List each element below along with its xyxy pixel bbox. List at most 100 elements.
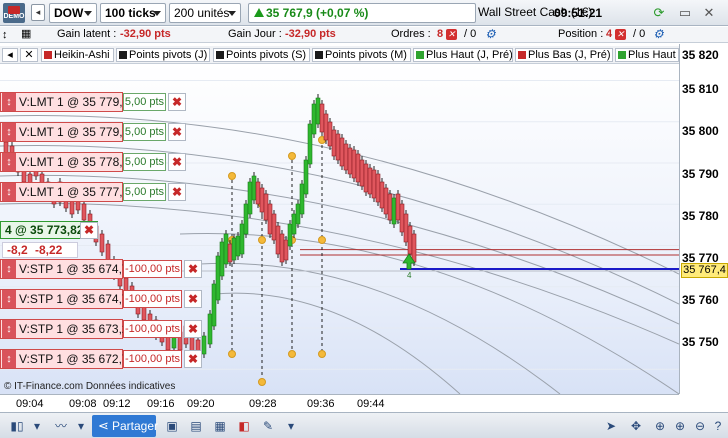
- help-icon[interactable]: ?: [710, 417, 726, 435]
- gear-icon[interactable]: ⚙: [485, 28, 497, 40]
- legend-close-icon[interactable]: ✕: [20, 48, 38, 62]
- top-toolbar: DEMO ◂ DOW 100 ticks 200 unités 35 767,9…: [0, 0, 728, 26]
- instrument-select[interactable]: DOW: [49, 3, 97, 23]
- x-tick: 09:04: [16, 398, 44, 410]
- order-tag[interactable]: V:LMT 1 @ 35 778,2: [0, 152, 129, 172]
- units-select[interactable]: 200 unités: [169, 3, 241, 23]
- comment-icon[interactable]: ▣: [164, 417, 180, 435]
- order-tag[interactable]: V:STP 1 @ 35 674,7: [0, 259, 129, 279]
- chart-type-icon[interactable]: ▮▯: [4, 417, 30, 435]
- order-tag[interactable]: V:STP 1 @ 35 674,7: [0, 289, 129, 309]
- order-close-icon[interactable]: ✖: [184, 260, 202, 278]
- pivot-dot: [288, 350, 296, 358]
- candle: [259, 187, 265, 213]
- order-close-icon[interactable]: ✖: [168, 153, 186, 171]
- candle: [399, 203, 405, 233]
- crosshair-icon[interactable]: ⊕: [652, 417, 668, 435]
- period-select[interactable]: 100 ticks: [100, 3, 166, 23]
- order-tag[interactable]: V:LMT 1 @ 35 777,7: [0, 182, 129, 202]
- legend-item[interactable]: Plus Haut (J, Pré): [413, 48, 513, 62]
- x-tick: 09:16: [147, 398, 175, 410]
- price-axis[interactable]: 35 820 35 810 35 800 35 790 35 780 35 77…: [679, 44, 728, 394]
- candle: [335, 133, 341, 161]
- candle: [319, 103, 325, 133]
- pivot-arc: [199, 262, 561, 394]
- order-close-icon[interactable]: ✖: [184, 320, 202, 338]
- tools-icon[interactable]: ✎: [260, 417, 276, 435]
- close-orders-icon[interactable]: ✕: [446, 28, 457, 40]
- order-close-icon[interactable]: ✖: [168, 93, 186, 111]
- pivot-dot: [288, 152, 296, 160]
- order-close-icon[interactable]: ✖: [184, 290, 202, 308]
- legend-item[interactable]: Points pivots (J): [116, 48, 210, 62]
- alert-icon[interactable]: ◧: [236, 417, 252, 435]
- candle: [275, 225, 281, 255]
- chart-canvas[interactable]: 4: [0, 64, 679, 394]
- order-close-icon[interactable]: ✖: [184, 350, 202, 368]
- pivot-dot: [318, 236, 326, 244]
- legend-left-arrow[interactable]: ◂: [2, 48, 18, 62]
- pivot-arc: [214, 292, 461, 394]
- position-close-icon[interactable]: ✖: [80, 222, 98, 239]
- share-button[interactable]: Partager: [92, 415, 158, 437]
- swatch-icon: [618, 51, 626, 59]
- up-arrow-icon: [254, 8, 264, 17]
- print-icon[interactable]: ▾: [284, 417, 298, 435]
- gain-latent-value: -32,90 pts: [120, 28, 171, 40]
- move-icon[interactable]: ✥: [628, 417, 644, 435]
- price-chart[interactable]: 4: [0, 64, 679, 394]
- legend-item[interactable]: Plus Bas (J, Pré): [515, 48, 613, 62]
- chevron-down-icon[interactable]: ▾: [32, 417, 42, 435]
- ordres-count: 8: [437, 28, 444, 40]
- time-axis[interactable]: 09:04 09:08 09:12 09:16 09:20 09:28 09:3…: [0, 394, 679, 412]
- candle: [307, 123, 313, 165]
- gain-jour-value: -32,90 pts: [285, 28, 336, 40]
- ordres-label: Ordres :: [391, 28, 431, 40]
- candle: [239, 223, 245, 255]
- order-pts: -100,00 pts: [123, 350, 182, 368]
- close-position-icon[interactable]: ✕: [615, 28, 626, 40]
- candle: [235, 235, 241, 257]
- candle: [331, 129, 337, 157]
- order-tag[interactable]: V:LMT 1 @ 35 779,7: [0, 92, 129, 112]
- switch-icon[interactable]: ⟳: [651, 6, 667, 20]
- candle: [371, 169, 377, 199]
- order-pts: -100,00 pts: [123, 260, 182, 278]
- indicator-icon[interactable]: 〰: [48, 417, 74, 435]
- chevron-down-icon: [153, 11, 161, 16]
- candle: [299, 183, 305, 215]
- x-tick: 09:28: [249, 398, 277, 410]
- pivot-dot: [228, 350, 236, 358]
- draw-icon[interactable]: ▤: [188, 417, 204, 435]
- candle: [387, 193, 393, 221]
- order-tag[interactable]: V:STP 1 @ 35 672,7: [0, 349, 129, 369]
- y-tick: 35 790: [682, 167, 719, 181]
- collapse-button[interactable]: ◂: [31, 4, 45, 21]
- order-tag[interactable]: V:LMT 1 @ 35 779,7: [0, 122, 129, 142]
- candle: [227, 243, 233, 263]
- pivot-dot: [258, 236, 266, 244]
- candle: [255, 181, 261, 205]
- order-close-icon[interactable]: ✖: [168, 123, 186, 141]
- close-icon[interactable]: ✕: [701, 6, 717, 20]
- order-pts: 5,00 pts: [123, 93, 166, 111]
- candle: [391, 197, 397, 225]
- window-icon[interactable]: ▭: [677, 6, 693, 20]
- order-tag[interactable]: V:STP 1 @ 35 673,2: [0, 319, 129, 339]
- swatch-icon: [518, 51, 526, 59]
- candle: [243, 203, 249, 235]
- account-icon[interactable]: ▦: [21, 27, 31, 40]
- cursor-icon[interactable]: ➤: [604, 417, 618, 435]
- order-close-icon[interactable]: ✖: [168, 183, 186, 201]
- legend-item[interactable]: Plus Haut: [615, 48, 679, 62]
- chevron-down-icon[interactable]: ▾: [76, 417, 86, 435]
- legend-item[interactable]: Heikin-Ashi: [41, 48, 114, 62]
- zoom-in-icon[interactable]: ⊕: [672, 417, 688, 435]
- calendar-icon[interactable]: ▦: [212, 417, 228, 435]
- legend-item[interactable]: Points pivots (M): [312, 48, 411, 62]
- gear-icon[interactable]: ⚙: [653, 28, 665, 40]
- arrow-icon[interactable]: ↕: [2, 29, 8, 41]
- candle: [223, 233, 229, 265]
- legend-item[interactable]: Points pivots (S): [213, 48, 310, 62]
- zoom-out-icon[interactable]: ⊖: [692, 417, 708, 435]
